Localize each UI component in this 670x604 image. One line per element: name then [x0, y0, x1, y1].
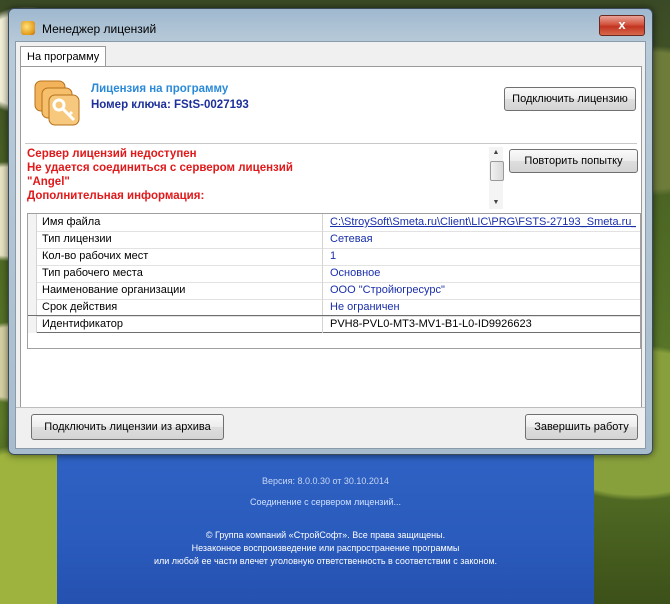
property-row-seats[interactable]: Кол-во рабочих мест 1 — [28, 248, 640, 266]
scroll-thumb[interactable] — [490, 161, 504, 181]
license-key: Номер ключа: FStS-0027193 — [91, 99, 249, 111]
app-icon — [21, 21, 35, 35]
column-separator — [322, 316, 323, 333]
column-separator — [322, 265, 323, 282]
splash-screen: Версия: 8.0.0.30 от 30.10.2014 Соединени… — [57, 440, 594, 604]
tab-strip: На программу — [16, 46, 645, 67]
property-key: Наименование организации — [42, 284, 186, 296]
property-key: Тип лицензии — [42, 233, 112, 245]
property-key: Имя файла — [42, 216, 101, 228]
property-row-license-type[interactable]: Тип лицензии Сетевая — [28, 231, 640, 249]
license-manager-window: Менеджер лицензий x На программу Лицензи… — [8, 8, 653, 455]
tab-page-program: Лицензия на программу Номер ключа: FStS-… — [20, 66, 642, 408]
error-line: Дополнительная информация: — [27, 190, 205, 202]
retry-button[interactable]: Повторить попытку — [509, 149, 638, 173]
window-title: Менеджер лицензий — [42, 22, 157, 36]
splash-copyright: © Группа компаний «СтройСофт». Все права… — [205, 530, 446, 540]
row-gutter — [28, 248, 37, 265]
property-value: Основное — [330, 267, 381, 279]
column-separator — [322, 282, 323, 299]
property-key: Кол-во рабочих мест — [42, 250, 149, 262]
license-properties-grid: Имя файла C:\StroySoft\Smeta.ru\Client\L… — [27, 213, 641, 349]
scroll-up-icon[interactable]: ▲ — [489, 147, 503, 159]
column-separator — [322, 214, 323, 231]
keys-icon — [34, 80, 80, 126]
property-value: 1 — [330, 250, 337, 262]
connect-license-button[interactable]: Подключить лицензию — [504, 87, 636, 111]
splash-legal-line-1: Незаконное воспроизведение или распростр… — [191, 543, 460, 553]
property-row-organization[interactable]: Наименование организации ООО "Стройюгрес… — [28, 282, 640, 300]
row-gutter — [28, 316, 37, 333]
identifier-value-field[interactable]: PVH8-PVL0-MT3-MV1-B1-L0-ID9926623 — [330, 316, 636, 333]
messages-scrollbar[interactable]: ▲ ▼ — [489, 147, 504, 209]
column-separator — [322, 248, 323, 265]
row-gutter — [28, 265, 37, 282]
error-line: Сервер лицензий недоступен — [27, 148, 197, 160]
footer-divider — [16, 407, 645, 408]
splash-legal-line-2: или любой ее части влечет уголовную отве… — [153, 556, 498, 566]
property-key: Срок действия — [42, 301, 118, 313]
divider — [25, 143, 637, 144]
title-bar[interactable]: Менеджер лицензий x — [9, 9, 652, 41]
property-key: Тип рабочего места — [42, 267, 143, 279]
property-row-workplace-type[interactable]: Тип рабочего места Основное — [28, 265, 640, 283]
server-error-messages: Сервер лицензий недоступен Не удается со… — [27, 145, 497, 211]
property-value-link[interactable]: C:\StroySoft\Smeta.ru\Client\LIC\PRG\FST… — [330, 214, 636, 231]
error-line: Не удается соединиться с сервером лиценз… — [27, 162, 293, 174]
window-client-area: На программу Лицензия на программу Номер… — [15, 41, 646, 449]
row-gutter — [28, 282, 37, 299]
splash-connection-status: Соединение с сервером лицензий... — [250, 497, 401, 507]
property-row-identifier[interactable]: Идентификатор PVH8-PVL0-MT3-MV1-B1-L0-ID… — [28, 315, 640, 333]
column-separator — [322, 299, 323, 316]
property-row-file-name[interactable]: Имя файла C:\StroySoft\Smeta.ru\Client\L… — [28, 214, 640, 232]
close-button[interactable]: x — [599, 15, 645, 36]
tab-program[interactable]: На программу — [20, 46, 107, 67]
property-value: Не ограничен — [330, 301, 400, 313]
property-value: Сетевая — [330, 233, 373, 245]
row-gutter — [28, 231, 37, 248]
row-gutter — [28, 299, 37, 316]
error-line: "Angel" — [27, 176, 70, 188]
property-key: Идентификатор — [42, 318, 123, 330]
scroll-down-icon[interactable]: ▼ — [489, 197, 503, 209]
column-separator — [322, 231, 323, 248]
row-gutter — [28, 214, 37, 231]
exit-button[interactable]: Завершить работу — [525, 414, 638, 440]
splash-version: Версия: 8.0.0.30 от 30.10.2014 — [262, 476, 389, 486]
connect-archive-button[interactable]: Подключить лицензии из архива — [31, 414, 224, 440]
property-value: ООО "Стройюгресурс" — [330, 284, 445, 296]
license-heading: Лицензия на программу — [91, 83, 229, 95]
